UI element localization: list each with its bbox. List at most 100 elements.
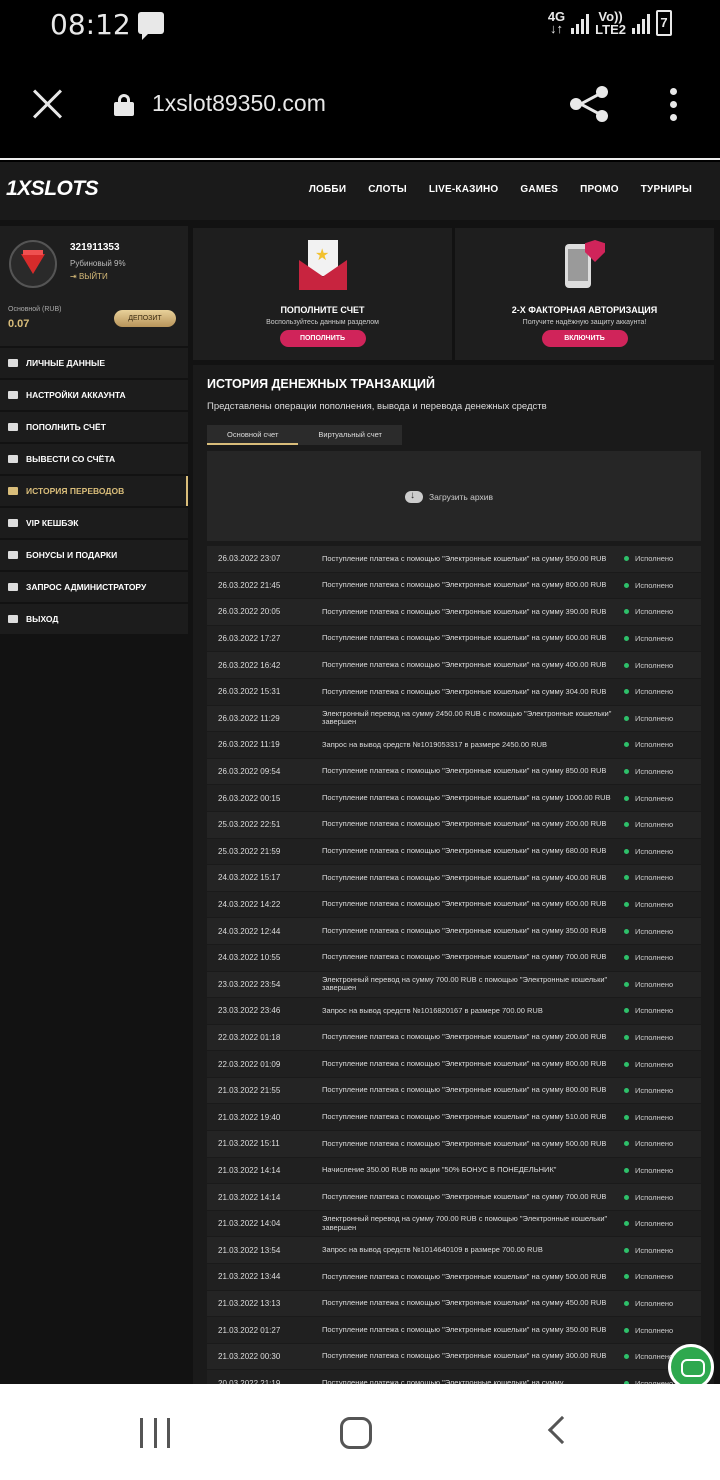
- url-text[interactable]: 1xslot89350.com: [152, 90, 326, 117]
- table-row: 24.03.2022 10:55 Поступление платежа с по…: [207, 944, 701, 971]
- status-dot-icon: [624, 689, 629, 695]
- transaction-date: 21.03.2022 15:11: [218, 1139, 280, 1149]
- transaction-description: Поступление платежа с помощью "Электронн…: [322, 925, 607, 935]
- status-badge: Исполнено: [624, 1352, 673, 1361]
- download-icon: [8, 423, 18, 431]
- transaction-date: 26.03.2022 17:27: [218, 634, 281, 644]
- table-row: 25.03.2022 21:59 Поступление платежа с по…: [207, 838, 701, 865]
- status-dot-icon: [624, 1247, 629, 1253]
- transaction-description: Поступление платежа с помощью "Электронн…: [322, 899, 607, 909]
- table-row: 23.03.2022 23:46 Запрос на вывод средств …: [207, 998, 701, 1024]
- table-row: 26.03.2022 17:27 Поступление платежа с по…: [207, 625, 701, 652]
- transaction-date: 23.03.2022 23:54: [218, 979, 281, 989]
- transaction-description: Поступление платежа с помощью "Электронн…: [322, 686, 607, 696]
- transaction-date: 21.03.2022 14:14: [218, 1165, 281, 1175]
- status-dot-icon: [624, 1221, 629, 1227]
- lock-icon[interactable]: [114, 94, 134, 116]
- status-dot-icon: [624, 928, 629, 934]
- transaction-date: 26.03.2022 09:54: [218, 767, 281, 777]
- status-dot-icon: [624, 662, 629, 668]
- transaction-date: 26.03.2022 20:05: [218, 607, 281, 617]
- tab-virtual-account[interactable]: Виртуальный счет: [298, 425, 402, 445]
- status-badge: Исполнено: [624, 607, 673, 616]
- transaction-description: Поступление платежа с помощью "Электронн…: [322, 792, 611, 802]
- status-dot-icon: [624, 1167, 629, 1173]
- avatar: [9, 240, 57, 288]
- status-badge: Исполнено: [624, 1139, 673, 1148]
- close-icon[interactable]: [32, 88, 64, 120]
- status-icons: 4G ↓↑ Vo)) LTE2 7: [548, 10, 672, 36]
- transaction-description: Поступление платежа с помощью "Электронн…: [322, 766, 607, 776]
- share-icon[interactable]: [570, 84, 610, 124]
- nav-item-tournaments[interactable]: ТУРНИРЫ: [641, 184, 692, 195]
- nav-item-lobby[interactable]: ЛОББИ: [309, 184, 346, 195]
- transaction-date: 25.03.2022 21:59: [218, 846, 281, 856]
- transaction-date: 21.03.2022 13:44: [218, 1272, 281, 1282]
- topup-title: ПОПОЛНИТЕ СЧЕТ: [280, 305, 365, 315]
- account-label: Основной (RUB): [8, 306, 62, 313]
- tab-main-account[interactable]: Основной счет: [207, 425, 299, 445]
- table-row: 21.03.2022 14:14 Начисление 350.00 RUB по…: [207, 1157, 701, 1184]
- transaction-description: Поступление платежа с помощью "Электронн…: [322, 1058, 607, 1068]
- home-icon[interactable]: [340, 1417, 372, 1449]
- transaction-date: 26.03.2022 00:15: [218, 793, 281, 803]
- table-row: 21.03.2022 19:40 Поступление платежа с по…: [207, 1104, 701, 1131]
- status-dot-icon: [624, 1141, 629, 1147]
- status-badge: Исполнено: [624, 980, 673, 989]
- transaction-date: 26.03.2022 21:45: [218, 580, 281, 590]
- status-dot-icon: [624, 875, 629, 881]
- table-row: 24.03.2022 12:44 Поступление платежа с по…: [207, 918, 701, 944]
- menu-deposit[interactable]: ПОПОЛНИТЬ СЧЁТ: [0, 412, 188, 442]
- status-dot-icon: [624, 981, 629, 987]
- more-options-icon[interactable]: [670, 88, 678, 122]
- vip-rank: Рубиновый 9%: [70, 259, 126, 268]
- enable-2fa-button[interactable]: ВКЛЮЧИТЬ: [541, 330, 628, 347]
- status-dot-icon: [624, 1274, 629, 1280]
- transaction-description: Электронный перевод на сумму 2450.00 RUB…: [322, 708, 612, 727]
- back-icon[interactable]: [547, 1415, 577, 1445]
- status-dot-icon: [624, 1114, 629, 1120]
- status-dot-icon: [624, 1061, 629, 1067]
- transaction-date: 25.03.2022 22:51: [218, 820, 281, 830]
- transaction-date: 24.03.2022 14:22: [218, 900, 281, 910]
- status-dot-icon: [624, 848, 629, 854]
- nav-item-live-casino[interactable]: LIVE-КАЗИНО: [429, 184, 499, 195]
- menu-vip-cashback[interactable]: VIP КЕШБЭК: [0, 508, 188, 538]
- gift-icon: [8, 551, 18, 559]
- recent-apps-icon[interactable]: [140, 1418, 170, 1448]
- transaction-description: Поступление платежа с помощью "Электронн…: [322, 846, 607, 856]
- load-archive-button[interactable]: Загрузить архив: [405, 490, 493, 503]
- transaction-date: 23.03.2022 23:46: [218, 1006, 281, 1016]
- user-id: 321911353: [70, 242, 120, 253]
- nav-item-promo[interactable]: ПРОМО: [580, 184, 619, 195]
- transactions-panel: ИСТОРИЯ ДЕНЕЖНЫХ ТРАНЗАКЦИЙ Представлены…: [193, 365, 714, 1384]
- site-logo[interactable]: 1XSLOTS: [6, 177, 99, 201]
- status-badge: Исполнено: [624, 1060, 673, 1069]
- envelope-star-icon: ★: [299, 240, 347, 290]
- deposit-button[interactable]: ДЕПОЗИТ: [114, 310, 176, 327]
- menu-transfer-history[interactable]: ИСТОРИЯ ПЕРЕВОДОВ: [0, 476, 188, 506]
- menu-exit[interactable]: ВЫХОД: [0, 604, 188, 634]
- page-subtitle: Представлены операции пополнения, вывода…: [207, 401, 547, 412]
- status-dot-icon: [624, 1300, 629, 1306]
- status-badge: Исполнено: [624, 1166, 673, 1175]
- status-badge: Исполнено: [624, 1272, 673, 1281]
- nav-item-games[interactable]: GAMES: [520, 184, 558, 195]
- transaction-description: Запрос на вывод средств №1016820167 в ра…: [322, 1005, 543, 1015]
- table-row: 22.03.2022 01:18 Поступление платежа с по…: [207, 1024, 701, 1051]
- logout-link[interactable]: ⇥ ВЫЙТИ: [70, 272, 108, 281]
- menu-account-settings[interactable]: НАСТРОЙКИ АККАУНТА: [0, 380, 188, 410]
- status-badge: Исполнено: [624, 767, 673, 776]
- menu-admin-request[interactable]: ЗАПРОС АДМИНИСТРАТОРУ: [0, 572, 188, 602]
- status-badge: Исполнено: [624, 740, 673, 749]
- topup-button[interactable]: ПОПОЛНИТЬ: [279, 330, 366, 347]
- signal-icon: [571, 12, 590, 34]
- archive-area: Загрузить архив: [207, 451, 701, 541]
- table-row: 26.03.2022 15:31 Поступление платежа с по…: [207, 678, 701, 705]
- menu-withdraw[interactable]: ВЫВЕСТИ СО СЧЁТА: [0, 444, 188, 474]
- nav-item-slots[interactable]: СЛОТЫ: [368, 184, 407, 195]
- menu-bonuses[interactable]: БОНУСЫ И ПОДАРКИ: [0, 540, 188, 570]
- menu-personal-data[interactable]: ЛИЧНЫЕ ДАННЫЕ: [0, 348, 188, 378]
- transactions-list: 26.03.2022 23:07 Поступление платежа с по…: [207, 546, 701, 1384]
- table-row: 24.03.2022 14:22 Поступление платежа с по…: [207, 891, 701, 918]
